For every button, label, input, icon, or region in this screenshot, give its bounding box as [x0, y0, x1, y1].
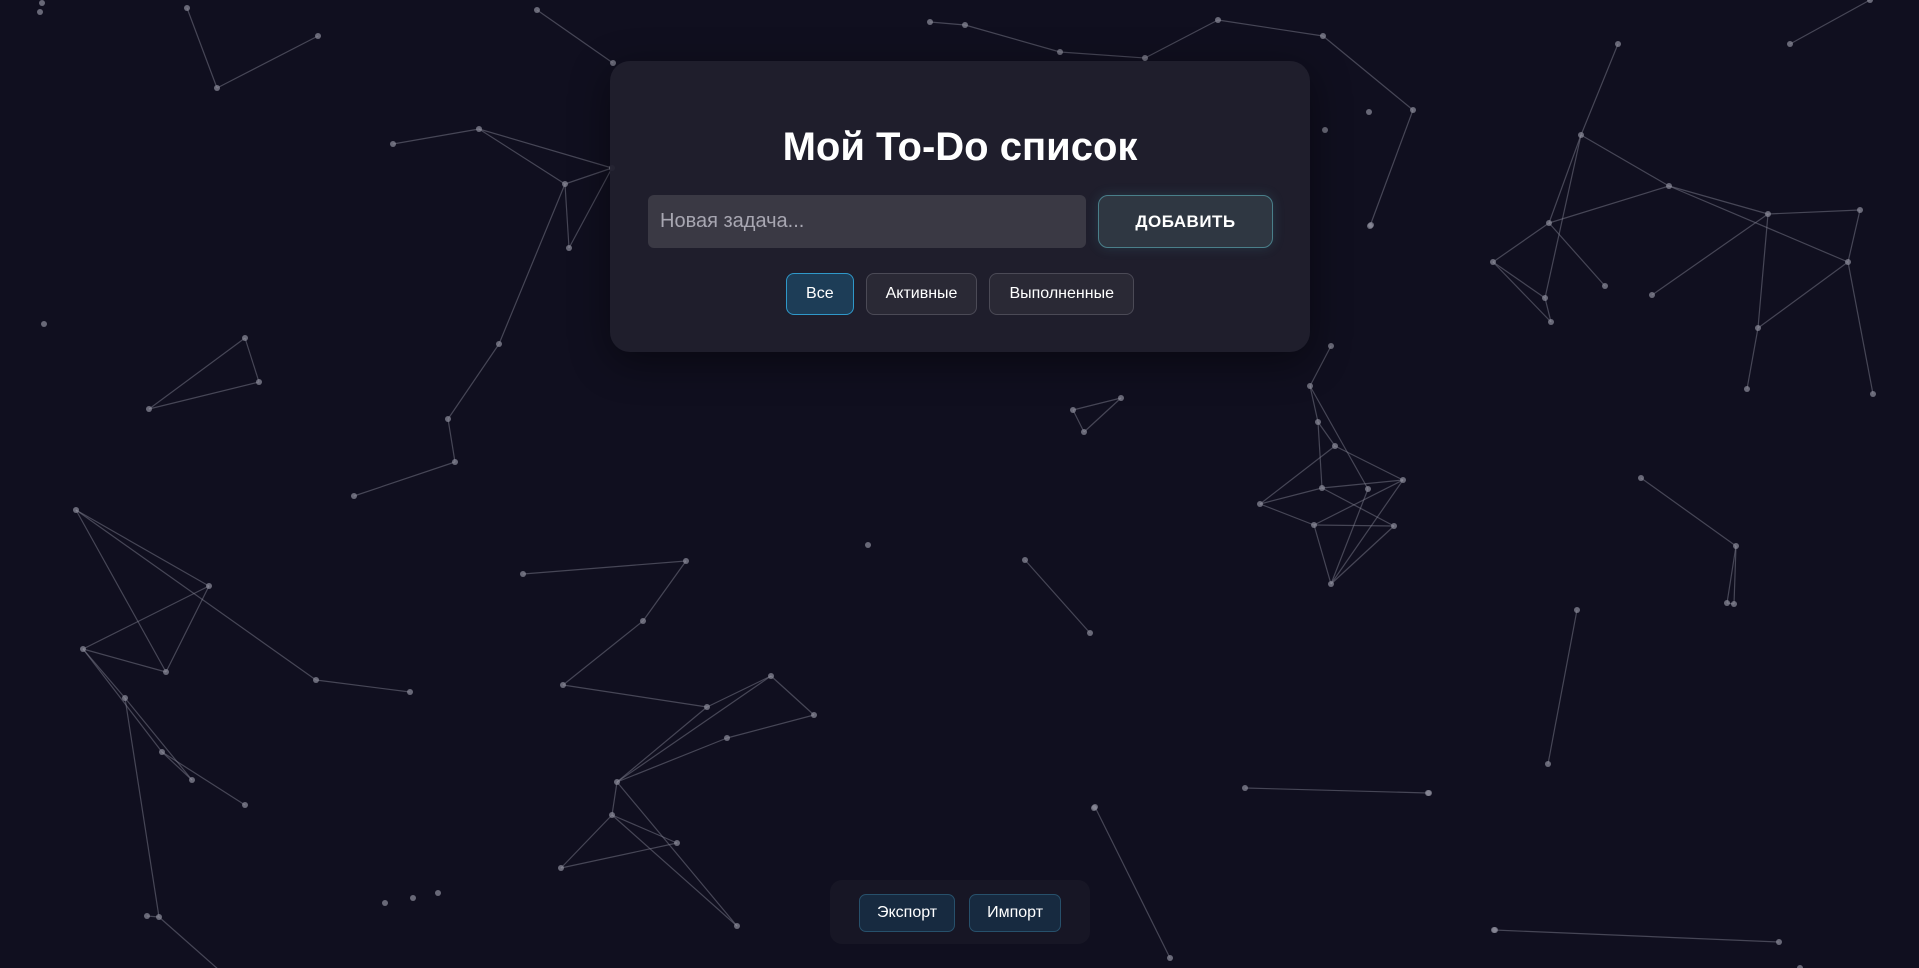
filter-all-button[interactable]: Все — [786, 273, 854, 315]
export-button[interactable]: Экспорт — [858, 894, 956, 932]
import-button[interactable]: Импорт — [969, 894, 1062, 932]
add-task-button[interactable]: ДОБАВИТЬ — [1098, 195, 1273, 248]
footer-toolbar: Экспорт Импорт — [830, 880, 1090, 944]
filter-completed-button[interactable]: Выполненные — [989, 273, 1134, 315]
todo-card: Мой To-Do список ДОБАВИТЬ Все Активные Вып… — [610, 61, 1310, 352]
new-task-input[interactable] — [648, 195, 1086, 248]
filter-active-button[interactable]: Активные — [865, 273, 978, 315]
filter-bar: Все Активные Выполненные — [610, 273, 1310, 315]
page-title: Мой To-Do список — [782, 125, 1138, 169]
